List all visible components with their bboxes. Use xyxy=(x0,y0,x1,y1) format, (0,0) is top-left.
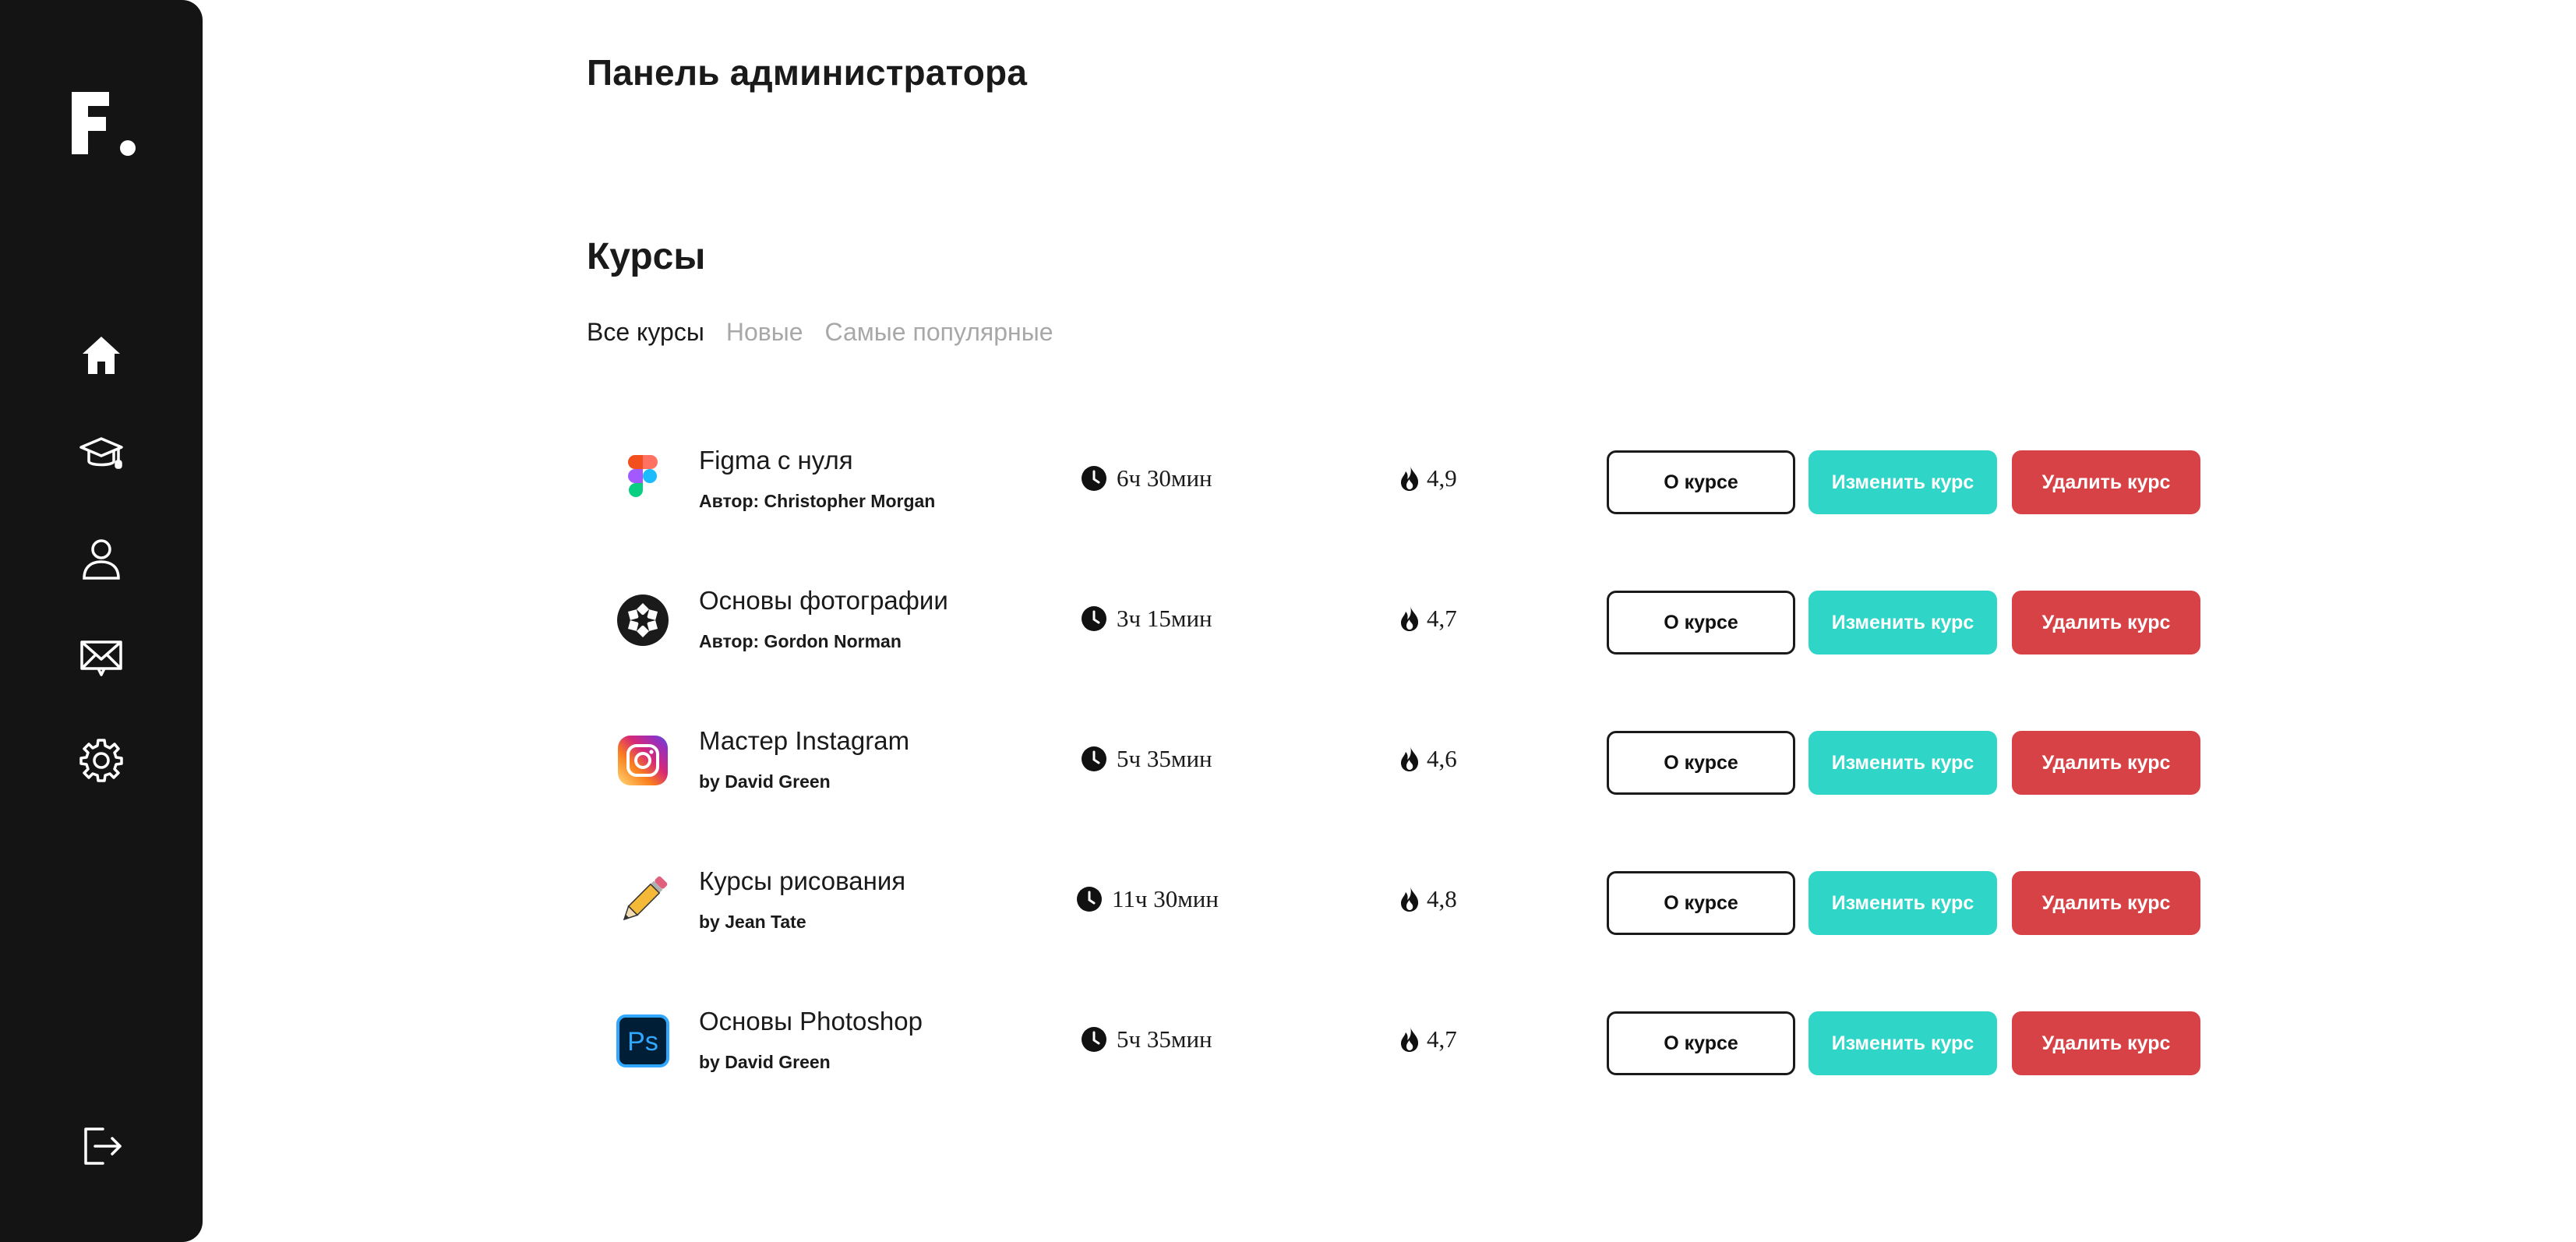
course-title: Основы фотографии xyxy=(699,586,948,615)
rating-value: 4,9 xyxy=(1427,464,1457,492)
tab-all-courses[interactable]: Все курсы xyxy=(587,318,704,347)
course-author: Автор: Christopher Morgan xyxy=(699,491,936,511)
gear-icon xyxy=(79,739,123,782)
fire-icon xyxy=(1401,1027,1419,1052)
fire-icon xyxy=(1401,606,1419,631)
rating-value: 4,7 xyxy=(1427,1025,1457,1053)
sidebar-item-courses[interactable] xyxy=(76,429,126,478)
course-title: Основы Photoshop xyxy=(699,1007,923,1036)
course-row: Основы фотографии Автор: Gordon Norman 3… xyxy=(587,561,2207,701)
clock-icon xyxy=(1082,1027,1106,1052)
camera-aperture-icon xyxy=(615,592,671,648)
logo[interactable] xyxy=(69,89,139,159)
page-title: Панель администратора xyxy=(587,52,1028,93)
tab-new[interactable]: Новые xyxy=(726,318,803,347)
svg-text:Ps: Ps xyxy=(627,1027,658,1057)
tab-popular[interactable]: Самые популярные xyxy=(825,318,1053,347)
course-row: Курсы рисования by Jean Tate 11ч 30мин 4… xyxy=(587,842,2207,982)
user-icon xyxy=(83,539,120,580)
figma-icon xyxy=(615,452,671,508)
fire-icon xyxy=(1401,887,1419,912)
course-title: Курсы рисования xyxy=(699,866,906,895)
rating-value: 4,6 xyxy=(1427,745,1457,772)
course-duration: 3ч 15мин xyxy=(1081,605,1212,633)
pencil-icon xyxy=(615,873,671,929)
home-icon xyxy=(83,337,120,374)
course-rating: 4,9 xyxy=(1399,464,1457,492)
delete-course-button[interactable]: Удалить курс xyxy=(2012,871,2200,935)
delete-course-button[interactable]: Удалить курс xyxy=(2012,591,2200,655)
edit-course-button[interactable]: Изменить курс xyxy=(1808,731,1997,795)
edit-course-button[interactable]: Изменить курс xyxy=(1808,450,1997,514)
course-row: Ps Основы Photoshop by David Green 5ч 35… xyxy=(587,982,2207,1122)
clock-icon xyxy=(1077,887,1102,912)
sidebar xyxy=(0,0,203,1242)
about-course-button[interactable]: О курсе xyxy=(1607,1011,1795,1075)
clock-icon xyxy=(1082,746,1106,771)
sidebar-item-home[interactable] xyxy=(76,330,126,380)
photoshop-icon: Ps xyxy=(615,1013,671,1069)
course-rating: 4,7 xyxy=(1399,605,1457,633)
course-title: Figma с нуля xyxy=(699,446,853,475)
duration-value: 5ч 35мин xyxy=(1117,1025,1212,1053)
about-course-button[interactable]: О курсе xyxy=(1607,450,1795,514)
sidebar-item-settings[interactable] xyxy=(76,736,126,785)
edit-course-button[interactable]: Изменить курс xyxy=(1808,591,1997,655)
about-course-button[interactable]: О курсе xyxy=(1607,731,1795,795)
delete-course-button[interactable]: Удалить курс xyxy=(2012,450,2200,514)
mail-icon xyxy=(80,640,122,676)
duration-value: 11ч 30мин xyxy=(1112,885,1219,912)
logo-icon xyxy=(72,92,136,156)
course-duration: 6ч 30мин xyxy=(1081,464,1212,492)
instagram-icon xyxy=(615,732,671,789)
duration-value: 5ч 35мин xyxy=(1117,745,1212,772)
logout-icon xyxy=(84,1127,122,1165)
course-duration: 11ч 30мин xyxy=(1076,885,1219,913)
about-course-button[interactable]: О курсе xyxy=(1607,591,1795,655)
delete-course-button[interactable]: Удалить курс xyxy=(2012,1011,2200,1075)
course-author: by Jean Tate xyxy=(699,912,806,932)
sidebar-item-logout[interactable] xyxy=(76,1121,126,1171)
duration-value: 6ч 30мин xyxy=(1117,464,1212,492)
course-list: Figma с нуля Автор: Christopher Morgan 6… xyxy=(587,421,2207,1122)
course-rating: 4,8 xyxy=(1399,885,1457,913)
sidebar-item-messages[interactable] xyxy=(76,631,126,681)
courses-title: Курсы xyxy=(587,236,706,277)
graduation-cap-icon xyxy=(79,437,123,469)
delete-course-button[interactable]: Удалить курс xyxy=(2012,731,2200,795)
course-author: by David Green xyxy=(699,1052,831,1072)
clock-icon xyxy=(1082,606,1106,631)
course-title: Мастер Instagram xyxy=(699,726,910,755)
fire-icon xyxy=(1401,746,1419,771)
course-row: Мастер Instagram by David Green 5ч 35мин… xyxy=(587,701,2207,842)
fire-icon xyxy=(1401,466,1419,491)
course-author: by David Green xyxy=(699,771,831,792)
course-duration: 5ч 35мин xyxy=(1081,745,1212,773)
sidebar-item-profile[interactable] xyxy=(76,534,126,584)
about-course-button[interactable]: О курсе xyxy=(1607,871,1795,935)
rating-value: 4,8 xyxy=(1427,885,1457,912)
clock-icon xyxy=(1082,466,1106,491)
edit-course-button[interactable]: Изменить курс xyxy=(1808,871,1997,935)
course-duration: 5ч 35мин xyxy=(1081,1025,1212,1053)
course-tabs: Все курсы Новые Самые популярные xyxy=(587,318,1053,347)
course-row: Figma с нуля Автор: Christopher Morgan 6… xyxy=(587,421,2207,561)
course-author: Автор: Gordon Norman xyxy=(699,631,902,651)
course-rating: 4,7 xyxy=(1399,1025,1457,1053)
duration-value: 3ч 15мин xyxy=(1117,605,1212,632)
rating-value: 4,7 xyxy=(1427,605,1457,632)
edit-course-button[interactable]: Изменить курс xyxy=(1808,1011,1997,1075)
course-rating: 4,6 xyxy=(1399,745,1457,773)
